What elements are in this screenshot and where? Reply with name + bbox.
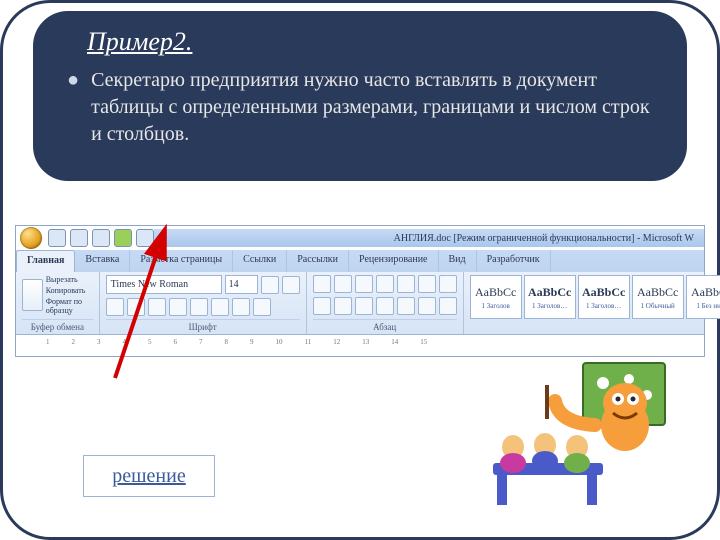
qat-macro-button[interactable] <box>114 229 132 247</box>
qat <box>48 229 154 247</box>
underline-button[interactable] <box>148 298 166 316</box>
tab-review[interactable]: Рецензирование <box>349 250 438 272</box>
shrink-font-button[interactable] <box>282 276 300 294</box>
group-styles: AaBbCc1 Заголов AaBbCc1 Заголов… AaBbCc1… <box>464 272 720 334</box>
bold-button[interactable] <box>106 298 124 316</box>
teacher-clipart <box>483 355 673 515</box>
align-center-button[interactable] <box>334 297 352 315</box>
ribbon: Вырезать Копировать Формат по образцу Бу… <box>16 272 704 334</box>
group-paragraph-label: Абзац <box>313 319 457 332</box>
style-h2[interactable]: AaBbCc1 Заголов… <box>524 275 576 319</box>
numbering-button[interactable] <box>334 275 352 293</box>
example-callout: Пример2. ● Секретарю предприятия нужно ч… <box>33 11 687 181</box>
sup-button[interactable] <box>211 298 229 316</box>
tab-insert[interactable]: Вставка <box>75 250 130 272</box>
tab-layout[interactable]: Разметка страницы <box>130 250 233 272</box>
cut-button[interactable]: Вырезать <box>46 275 93 284</box>
font-size-select[interactable]: 14 <box>225 275 258 294</box>
style-noint[interactable]: AaBbCc1 Без инте <box>686 275 720 319</box>
shading-button[interactable] <box>418 297 436 315</box>
tab-view[interactable]: Вид <box>439 250 477 272</box>
multilevel-button[interactable] <box>355 275 373 293</box>
office-button[interactable] <box>20 227 42 249</box>
word-screenshot: АНГЛИЯ.doc [Режим ограниченной функциона… <box>15 225 705 357</box>
qat-save-icon[interactable] <box>48 229 66 247</box>
sort-button[interactable] <box>418 275 436 293</box>
style-h3[interactable]: AaBbCc1 Заголов… <box>578 275 630 319</box>
strike-button[interactable] <box>169 298 187 316</box>
font-name-select[interactable]: Times New Roman <box>106 275 222 294</box>
align-left-button[interactable] <box>313 297 331 315</box>
sub-button[interactable] <box>190 298 208 316</box>
copy-button[interactable]: Копировать <box>46 286 93 295</box>
qat-redo-icon[interactable] <box>92 229 110 247</box>
group-font-label: Шрифт <box>106 319 300 332</box>
indent-button[interactable] <box>397 275 415 293</box>
slide-frame: Пример2. ● Секретарю предприятия нужно ч… <box>0 0 720 540</box>
style-normal[interactable]: AaBbCc1 Обычный <box>632 275 684 319</box>
solution-link[interactable]: решение <box>112 465 185 488</box>
group-clipboard: Вырезать Копировать Формат по образцу Бу… <box>16 272 100 334</box>
outdent-button[interactable] <box>376 275 394 293</box>
callout-text: Секретарю предприятия нужно часто вставл… <box>91 67 653 148</box>
qat-undo-icon[interactable] <box>70 229 88 247</box>
callout-title: Пример2. <box>87 27 653 57</box>
group-paragraph: Абзац <box>307 272 464 334</box>
window-titlebar: АНГЛИЯ.doc [Режим ограниченной функциона… <box>154 229 704 247</box>
callout-body: ● Секретарю предприятия нужно часто вста… <box>67 67 653 148</box>
italic-button[interactable] <box>127 298 145 316</box>
tab-refs[interactable]: Ссылки <box>233 250 287 272</box>
tab-mail[interactable]: Рассылки <box>287 250 349 272</box>
showmarks-button[interactable] <box>439 275 457 293</box>
qat-more-icon[interactable] <box>136 229 154 247</box>
highlight-button[interactable] <box>232 298 250 316</box>
line-spacing-button[interactable] <box>397 297 415 315</box>
font-color-button[interactable] <box>253 298 271 316</box>
quick-access-row: АНГЛИЯ.doc [Режим ограниченной функциона… <box>16 226 704 250</box>
justify-button[interactable] <box>376 297 394 315</box>
borders-button[interactable] <box>439 297 457 315</box>
bullet-icon: ● <box>67 67 79 94</box>
paste-button[interactable] <box>22 279 43 311</box>
tab-dev[interactable]: Разработчик <box>477 250 551 272</box>
align-right-button[interactable] <box>355 297 373 315</box>
group-font: Times New Roman 14 Шрифт <box>100 272 307 334</box>
solution-link-box: решение <box>83 455 215 497</box>
grow-font-button[interactable] <box>261 276 279 294</box>
tab-home[interactable]: Главная <box>16 250 75 272</box>
ruler: 123456789101112131415 <box>16 334 704 349</box>
bullets-button[interactable] <box>313 275 331 293</box>
ribbon-tabs: Главная Вставка Разметка страницы Ссылки… <box>16 250 704 272</box>
format-painter-button[interactable]: Формат по образцу <box>46 297 93 315</box>
style-h1[interactable]: AaBbCc1 Заголов <box>470 275 522 319</box>
group-clipboard-label: Буфер обмена <box>22 319 93 332</box>
